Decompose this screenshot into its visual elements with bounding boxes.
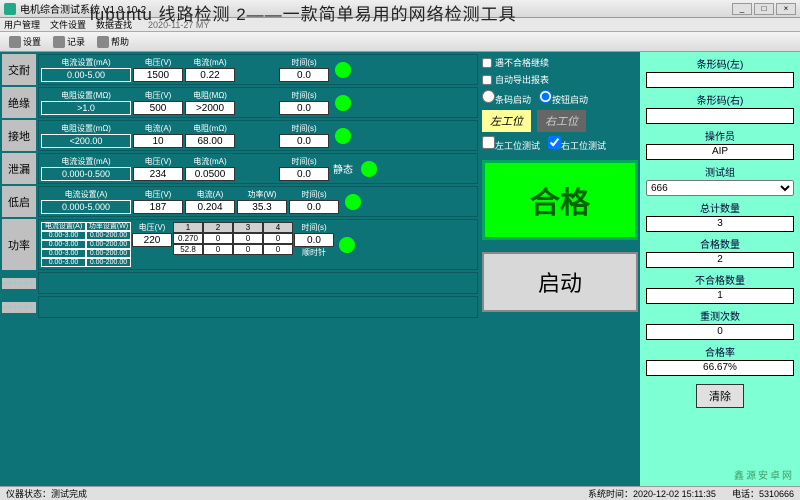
test-label-jiedi: 接地 (2, 120, 36, 151)
gonglv-voltage: 220 (132, 233, 172, 247)
jueyuan-led-icon (335, 95, 351, 111)
jueyuan-time: 0.0 (279, 101, 329, 115)
jiaonai-led-icon (335, 62, 351, 78)
test-group-select[interactable]: 666 (646, 180, 794, 196)
maximize-button[interactable]: □ (754, 3, 774, 15)
app-icon (4, 3, 16, 15)
jiaonai-time: 0.0 (279, 68, 329, 82)
toolbar-help[interactable]: 帮助 (92, 33, 134, 50)
pass-count: 2 (646, 252, 794, 268)
center-panel: 遇不合格继续 自动导出报表 条码启动 按钮启动 左工位 右工位 左工位测试 右工… (480, 52, 640, 486)
help-icon (97, 36, 109, 48)
jiedi-set[interactable]: <200.00 (41, 134, 131, 148)
chk-right-test[interactable] (548, 136, 561, 149)
barcode-right-input[interactable] (646, 108, 794, 124)
toolbar-settings[interactable]: 设置 (4, 33, 46, 50)
test-label-jiaonai: 交耐 (2, 54, 36, 85)
right-panel: 条形码(左) 条形码(右) 操作员AIP 测试组666 总计数量3 合格数量2 … (640, 52, 800, 486)
watermark: 鑫源安卓网 (734, 467, 794, 482)
test-label-diqi: 低启 (2, 186, 36, 217)
xielou-time: 0.0 (279, 167, 329, 181)
right-station-button[interactable]: 右工位 (537, 110, 586, 132)
status-instrument-state: 仪器状态：测试完成 (6, 487, 87, 500)
xielou-led-icon (361, 161, 377, 177)
close-button[interactable]: × (776, 3, 796, 15)
left-station-button[interactable]: 左工位 (482, 110, 531, 132)
jiedi-res: 68.00 (185, 134, 235, 148)
radio-barcode-start[interactable] (482, 90, 495, 103)
chk-continue-on-fail[interactable] (482, 58, 492, 68)
diqi-set[interactable]: 0.000-5.000 (41, 200, 131, 214)
pass-rate: 66.67% (646, 360, 794, 376)
xielou-set[interactable]: 0.000-0.500 (41, 167, 131, 181)
diqi-current: 0.204 (185, 200, 235, 214)
clear-button[interactable]: 清除 (696, 384, 744, 408)
jiedi-led-icon (335, 128, 351, 144)
jiaonai-voltage: 1500 (133, 68, 183, 82)
jueyuan-voltage: 500 (133, 101, 183, 115)
radio-button-start[interactable] (539, 90, 552, 103)
diqi-led-icon (345, 194, 361, 210)
empty-label-2: ------ (2, 302, 36, 313)
toolbar-records[interactable]: 记录 (48, 33, 90, 50)
gear-icon (9, 36, 21, 48)
retest-count: 0 (646, 324, 794, 340)
minimize-button[interactable]: _ (732, 3, 752, 15)
diqi-voltage: 187 (133, 200, 183, 214)
fail-count: 1 (646, 288, 794, 304)
jiedi-current: 10 (133, 134, 183, 148)
xielou-current: 0.0500 (185, 167, 235, 181)
result-display: 合格 (482, 160, 638, 240)
gonglv-led-icon (339, 237, 355, 253)
diqi-power: 35.3 (237, 200, 287, 214)
empty-label-1: ------ (2, 278, 36, 289)
total-count: 3 (646, 216, 794, 232)
jueyuan-res: >2000 (185, 101, 235, 115)
left-panel: 交耐 电流设置(mA)0.00-5.00 电压(V)1500 电流(mA)0.2… (0, 52, 480, 486)
test-label-xielou: 泄漏 (2, 153, 36, 184)
status-phone: 5310666 (759, 489, 794, 499)
menu-file[interactable]: 文件设置 (50, 18, 86, 31)
chk-auto-export[interactable] (482, 75, 492, 85)
gonglv-direction: 顺时针 (294, 247, 334, 258)
jiaonai-set[interactable]: 0.00-5.00 (41, 68, 131, 82)
diqi-time: 0.0 (289, 200, 339, 214)
page-overlay-title: lubuntu 线路检测 2——一款简单易用的网络检测工具 (90, 0, 517, 25)
xielou-mode: 静态 (333, 161, 353, 176)
chk-left-test[interactable] (482, 136, 495, 149)
operator-display: AIP (646, 144, 794, 160)
jiaonai-current: 0.22 (185, 68, 235, 82)
status-system-time: 2020-12-02 15:11:35 (633, 489, 716, 499)
start-button[interactable]: 启动 (482, 252, 638, 312)
test-label-jueyuan: 绝缘 (2, 87, 36, 118)
jueyuan-set[interactable]: >1.0 (41, 101, 131, 115)
test-label-gonglv: 功率 (2, 219, 36, 270)
barcode-left-input[interactable] (646, 72, 794, 88)
menu-user[interactable]: 用户管理 (4, 18, 40, 31)
xielou-voltage: 234 (133, 167, 183, 181)
gonglv-time: 0.0 (294, 233, 334, 247)
records-icon (53, 36, 65, 48)
jiedi-time: 0.0 (279, 134, 329, 148)
